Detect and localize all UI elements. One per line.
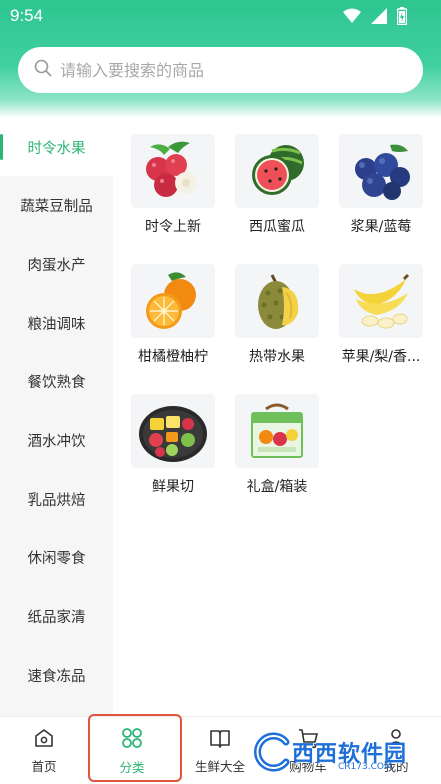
fruit-platter-icon <box>131 394 215 468</box>
wifi-icon <box>343 8 361 24</box>
sidebar-item-label: 乳品烘焙 <box>27 492 86 509</box>
subcategory-apple-pear-banana[interactable]: 苹果/梨/香... <box>329 248 433 366</box>
book-icon <box>209 727 231 752</box>
watermark-logo: 西西软件园 CR173.COM <box>248 724 438 780</box>
subcategory-label: 西瓜蜜瓜 <box>249 219 305 235</box>
subcategory-tropical-fruit[interactable]: 热带水果 <box>225 248 329 366</box>
sidebar-item-grain-oil-seasoning[interactable]: 粮油调味 <box>0 294 113 352</box>
orange-icon <box>131 264 215 338</box>
subcategory-label: 礼盒/箱装 <box>246 479 308 495</box>
subcategory-label: 柑橘橙柚柠 <box>138 349 208 365</box>
tab-label: 生鲜大全 <box>194 759 245 774</box>
watermelon-icon <box>235 134 319 208</box>
tab-label: 首页 <box>31 759 57 774</box>
sidebar-item-label: 纸品家清 <box>27 609 86 626</box>
sidebar-item-label: 时令水果 <box>27 140 86 157</box>
watermark-c-icon <box>254 732 290 772</box>
sidebar-item-meat-eggs-seafood[interactable]: 肉蛋水产 <box>0 235 113 293</box>
sidebar-item-frozen-food[interactable]: 速食冻品 <box>0 646 113 704</box>
sidebar-item-snacks[interactable]: 休闲零食 <box>0 528 113 586</box>
banana-icon <box>339 264 423 338</box>
durian-icon <box>235 264 319 338</box>
sidebar-item-paper-cleaning[interactable]: 纸品家清 <box>0 587 113 645</box>
lychee-icon <box>131 134 215 208</box>
subcategory-label: 苹果/梨/香... <box>341 349 421 365</box>
sidebar-item-label: 餐饮熟食 <box>27 374 86 391</box>
category-sidebar: 时令水果 蔬菜豆制品 肉蛋水产 粮油调味 餐饮熟食 酒水冲饮 乳品烘焙 休闲零食… <box>0 118 113 716</box>
subcategory-label: 热带水果 <box>249 349 305 365</box>
subcategory-label: 时令上新 <box>145 219 201 235</box>
subcategory-label: 浆果/蓝莓 <box>350 219 412 235</box>
sidebar-item-label: 蔬菜豆制品 <box>20 198 93 215</box>
subcategory-citrus[interactable]: 柑橘橙柚柠 <box>121 248 225 366</box>
battery-icon <box>397 7 407 25</box>
blueberry-icon <box>339 134 423 208</box>
status-time: 9:54 <box>10 6 44 25</box>
tab-home[interactable]: 首页 <box>0 717 88 784</box>
subcategory-fresh-cut-fruit[interactable]: 鲜果切 <box>121 378 225 496</box>
sidebar-item-vegetables-tofu[interactable]: 蔬菜豆制品 <box>0 176 113 234</box>
status-bar: 9:54 <box>0 0 441 34</box>
sidebar-item-label: 粮油调味 <box>27 316 86 333</box>
sidebar-item-label: 肉蛋水产 <box>27 257 86 274</box>
watermark-subtext: CR173.COM <box>338 762 392 772</box>
sidebar-item-dairy-bakery[interactable]: 乳品烘焙 <box>0 470 113 528</box>
subcategory-seasonal-new[interactable]: 时令上新 <box>121 118 225 236</box>
sidebar-item-seasonal-fruit[interactable]: 时令水果 <box>0 118 113 176</box>
search-bar[interactable] <box>18 47 423 93</box>
search-icon <box>34 59 52 81</box>
search-input[interactable] <box>60 60 380 80</box>
sidebar-item-label: 休闲零食 <box>27 550 86 567</box>
sidebar-item-deli[interactable]: 餐饮熟食 <box>0 352 113 410</box>
home-icon <box>33 727 55 752</box>
sidebar-item-label: 速食冻品 <box>27 668 86 685</box>
gift-box-icon <box>235 394 319 468</box>
subcategory-grid: 时令上新 西瓜蜜瓜 浆果/蓝莓 柑橘橙柚柠 热带水果 苹果/梨/香... 鲜果切… <box>113 118 441 716</box>
subcategory-berries-blueberry[interactable]: 浆果/蓝莓 <box>329 118 433 236</box>
signal-icon <box>371 8 387 24</box>
sidebar-item-label: 酒水冲饮 <box>27 433 86 450</box>
subcategory-label: 鲜果切 <box>152 479 194 495</box>
sidebar-item-drinks[interactable]: 酒水冲饮 <box>0 411 113 469</box>
category-tab-highlight-box <box>88 714 182 782</box>
subcategory-watermelon-melon[interactable]: 西瓜蜜瓜 <box>225 118 329 236</box>
subcategory-gift-box[interactable]: 礼盒/箱装 <box>225 378 329 496</box>
